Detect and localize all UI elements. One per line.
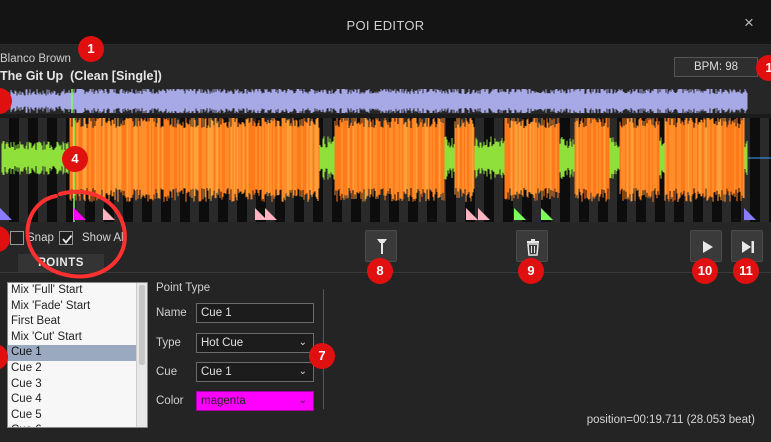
annotation-badge: 4 <box>62 146 88 172</box>
chevron-down-icon: ⌄ <box>298 337 307 348</box>
list-item[interactable]: Cue 1 <box>8 345 147 361</box>
annotation-badge: 8 <box>367 258 393 284</box>
name-label: Name <box>156 307 187 319</box>
track-title: The Git Up (Clean [Single]) <box>0 69 162 83</box>
chevron-down-icon: ⌄ <box>298 366 307 377</box>
cue-select[interactable]: Cue 1 ⌄ <box>196 362 314 382</box>
point-type-heading: Point Type <box>156 282 211 294</box>
annotation-badge: 10 <box>692 258 718 284</box>
track-artist: Blanco Brown <box>0 53 71 65</box>
cue-value: Cue 1 <box>201 366 232 378</box>
window-title: POI EDITOR <box>346 18 425 33</box>
overview-waveform[interactable] <box>0 87 771 114</box>
cue-label: Cue <box>156 366 178 378</box>
annotation-badge: 11 <box>733 258 759 284</box>
color-select[interactable]: magenta ⌄ <box>196 391 314 411</box>
list-item[interactable]: Cue 6 <box>8 423 147 427</box>
annotation-badge: 1 <box>78 36 104 62</box>
annotation-badge: 7 <box>309 343 335 369</box>
points-panel: Mix 'Full' Start Mix 'Fade' Start First Be… <box>0 272 771 442</box>
list-item[interactable]: Cue 5 <box>8 408 147 424</box>
scrollbar-thumb[interactable] <box>139 285 145 365</box>
list-item[interactable]: Mix 'Fade' Start <box>8 299 147 315</box>
list-item[interactable]: Cue 2 <box>8 361 147 377</box>
points-list[interactable]: Mix 'Full' Start Mix 'Fade' Start First Be… <box>7 282 148 428</box>
points-list-scrollbar[interactable] <box>136 283 147 427</box>
overview-waveform-graphic <box>3 89 748 113</box>
close-icon[interactable]: × <box>741 14 757 31</box>
list-item[interactable]: Cue 4 <box>8 392 147 408</box>
hand-drawn-circle-annotation <box>25 189 127 279</box>
bpm-display: BPM: 98 <box>674 57 758 77</box>
type-select[interactable]: Hot Cue ⌄ <box>196 333 314 353</box>
chevron-down-icon: ⌄ <box>298 395 307 406</box>
list-item[interactable]: Mix 'Full' Start <box>8 283 147 299</box>
list-item[interactable]: Cue 3 <box>8 377 147 393</box>
type-value: Hot Cue <box>201 337 244 349</box>
color-value: magenta <box>201 395 246 407</box>
name-input[interactable]: Cue 1 <box>196 303 314 323</box>
annotation-badge: 9 <box>518 258 544 284</box>
title-bar: POI EDITOR × <box>0 0 771 45</box>
name-value: Cue 1 <box>201 307 232 319</box>
list-item[interactable]: Mix 'Cut' Start <box>8 330 147 346</box>
color-label: Color <box>156 395 184 407</box>
track-info: Blanco Brown The Git Up (Clean [Single])… <box>0 45 771 87</box>
position-readout: position=00:19.711 (28.053 beat) <box>586 414 755 426</box>
type-label: Type <box>156 337 181 349</box>
list-item[interactable]: First Beat <box>8 314 147 330</box>
